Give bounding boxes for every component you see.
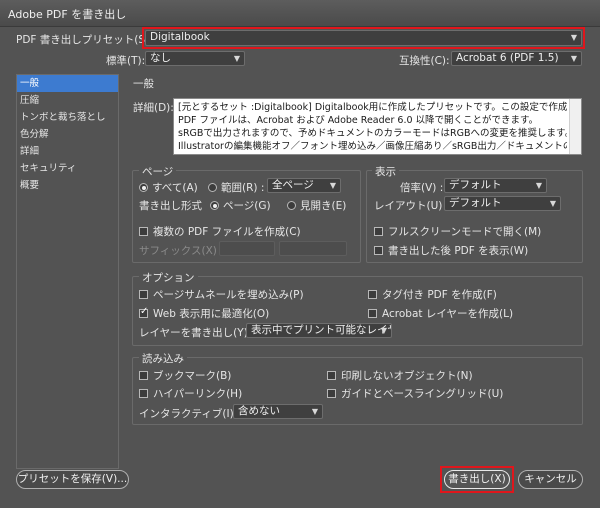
standard-dropdown[interactable]: なし ▼ [145, 51, 245, 66]
description-scrollbar[interactable] [569, 99, 581, 154]
acrobat-layers-checkbox[interactable]: Acrobat レイヤーを作成(L) [368, 306, 513, 321]
pages-radio[interactable]: ページ(G) [210, 198, 271, 213]
preset-highlight [142, 27, 585, 49]
suffix-label: サフィックス(X) : [139, 245, 224, 257]
description-label: 詳細(D): [133, 102, 174, 114]
save-preset-button[interactable]: プリセットを保存(V)... [16, 470, 129, 489]
sidebar-item-general[interactable]: 一般 [17, 75, 118, 92]
sidebar-item-security[interactable]: セキュリティ [17, 160, 118, 177]
chevron-down-icon: ▼ [549, 199, 556, 208]
checkbox-icon [139, 371, 148, 380]
radio-on-icon [139, 183, 148, 192]
view-after-checkbox[interactable]: 書き出した後 PDF を表示(W) [374, 243, 528, 258]
bookmarks-checkbox[interactable]: ブックマーク(B) [139, 368, 231, 383]
thumbnails-checkbox[interactable]: ページサムネールを埋め込み(P) [139, 287, 304, 302]
guides-checkbox[interactable]: ガイドとベースライングリッド(U) [327, 386, 503, 401]
compat-label: 互換性(C): [399, 55, 450, 67]
settings-category-list: 一般 圧縮 トンボと裁ち落とし 色分解 詳細 セキュリティ 概要 [16, 74, 119, 469]
nonprint-checkbox[interactable]: 印刷しないオブジェクト(N) [327, 368, 473, 383]
web-optimize-checkbox[interactable]: Web 表示用に最適化(O) [139, 306, 269, 321]
export-format-label: 書き出し形式 [139, 200, 202, 212]
layout-label: レイアウト(U) : [374, 200, 450, 212]
sidebar-item-marks-bleeds[interactable]: トンボと裁ち落とし [17, 109, 118, 126]
zoom-value: デフォルト [449, 179, 502, 191]
interactive-dropdown[interactable]: 含めない ▼ [233, 404, 323, 419]
layout-dropdown[interactable]: デフォルト ▼ [444, 196, 561, 211]
range-combobox[interactable]: 全ページ ▼ [267, 178, 341, 193]
preset-label: PDF 書き出しプリセット(S): [16, 34, 153, 46]
cancel-button[interactable]: キャンセル [518, 470, 583, 489]
export-layers-dropdown[interactable]: 表示中でプリント可能なレイヤー ▼ [246, 323, 392, 338]
title-bar: Adobe PDF を書き出し [0, 0, 600, 27]
radio-off-icon [287, 201, 296, 210]
checkbox-icon [374, 246, 383, 255]
description-textarea[interactable]: [元とするセット :Digitalbook] Digitalbook用に作成した… [173, 98, 582, 155]
export-layers-value: 表示中でプリント可能なレイヤー [251, 324, 391, 336]
all-pages-radio[interactable]: すべて(A) [139, 180, 198, 195]
zoom-label: 倍率(V) : [400, 182, 444, 194]
description-line: PDF ファイルは、Acrobat および Adobe Reader 6.0 以… [178, 115, 539, 126]
window-title: Adobe PDF を書き出し [8, 8, 127, 21]
tagged-pdf-checkbox[interactable]: タグ付き PDF を作成(F) [368, 287, 497, 302]
checkbox-icon [368, 309, 377, 318]
suffix-field-2[interactable] [279, 241, 347, 256]
checkbox-icon [327, 389, 336, 398]
checkbox-icon [374, 227, 383, 236]
chevron-down-icon: ▼ [311, 407, 318, 416]
sidebar-item-advanced[interactable]: 詳細 [17, 143, 118, 160]
chevron-down-icon: ▼ [233, 54, 240, 63]
standard-label: 標準(T): [106, 55, 146, 67]
checkbox-icon [139, 389, 148, 398]
export-pdf-dialog: Adobe PDF を書き出し PDF 書き出しプリセット(S): Digita… [0, 0, 600, 508]
range-value: 全ページ [272, 179, 314, 191]
checkbox-icon [368, 290, 377, 299]
checkbox-icon [139, 290, 148, 299]
interactive-value: 含めない [238, 405, 280, 417]
range-radio[interactable]: 範囲(R) : [208, 180, 264, 195]
interactive-label: インタラクティブ(I) : [139, 408, 241, 420]
export-layers-label: レイヤーを書き出し(Y) : [139, 327, 255, 339]
description-line: Illustratorの編集機能オフ／フォント埋め込み／画像圧縮あり／sRGB出… [178, 141, 567, 152]
suffix-field[interactable] [219, 241, 275, 256]
page-group-title: ページ [139, 164, 177, 179]
radio-on-icon [210, 201, 219, 210]
description-line: sRGBで出力されますので、予めドキュメントのカラーモードはRGBへの変更を推奨… [178, 128, 567, 139]
options-group-title: オプション [139, 270, 198, 285]
chevron-down-icon: ▼ [380, 326, 387, 335]
checkbox-icon [327, 371, 336, 380]
standard-value: なし [150, 52, 171, 64]
section-heading: 一般 [133, 78, 154, 90]
checkbox-icon [139, 227, 148, 236]
include-group-title: 読み込み [139, 351, 187, 366]
radio-off-icon [208, 183, 217, 192]
chevron-down-icon: ▼ [535, 181, 542, 190]
compat-value: Acrobat 6 (PDF 1.5) [456, 52, 559, 64]
chevron-down-icon: ▼ [570, 54, 577, 63]
sidebar-item-output[interactable]: 色分解 [17, 126, 118, 143]
sidebar-item-compression[interactable]: 圧縮 [17, 92, 118, 109]
hyperlinks-checkbox[interactable]: ハイパーリンク(H) [139, 386, 242, 401]
multi-pdf-checkbox[interactable]: 複数の PDF ファイルを作成(C) [139, 224, 301, 239]
fullscreen-checkbox[interactable]: フルスクリーンモードで開く(M) [374, 224, 541, 239]
export-highlight [440, 466, 514, 493]
zoom-dropdown[interactable]: デフォルト ▼ [444, 178, 547, 193]
sidebar-item-summary[interactable]: 概要 [17, 177, 118, 194]
layout-value: デフォルト [449, 197, 502, 209]
compat-dropdown[interactable]: Acrobat 6 (PDF 1.5) ▼ [451, 51, 582, 66]
spreads-radio[interactable]: 見開き(E) [287, 198, 346, 213]
view-group-title: 表示 [372, 164, 399, 179]
chevron-down-icon: ▼ [329, 181, 336, 190]
checkbox-checked-icon [139, 306, 148, 318]
description-line: [元とするセット :Digitalbook] Digitalbook用に作成した… [178, 102, 567, 113]
